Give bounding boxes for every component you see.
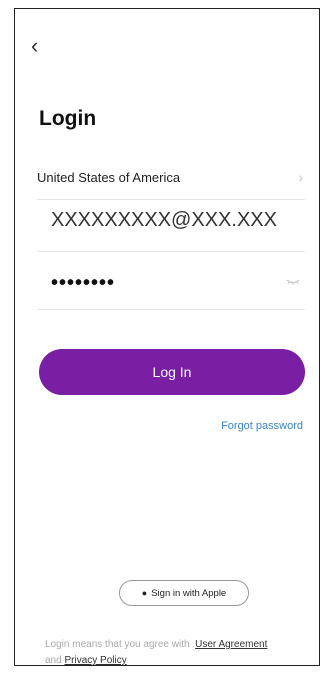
- forgot-password-link[interactable]: Forgot password: [221, 420, 303, 432]
- privacy-policy-link[interactable]: Privacy Policy: [64, 655, 126, 666]
- chevron-right-icon: ›: [298, 169, 303, 185]
- login-screen: ‹ Login United States of America › •••••…: [14, 8, 320, 666]
- email-field[interactable]: [51, 209, 291, 232]
- apple-button-label: Sign in with Apple: [151, 587, 227, 599]
- eye-closed-icon[interactable]: [285, 275, 301, 289]
- terms-and: and: [45, 655, 62, 666]
- password-field[interactable]: ••••••••: [37, 261, 305, 310]
- terms-notice: Login means that you agree with User Agr…: [45, 637, 267, 669]
- password-mask: ••••••••: [51, 272, 116, 294]
- country-selector[interactable]: United States of America ›: [37, 159, 305, 200]
- country-label: United States of America: [37, 170, 181, 185]
- back-chevron-icon[interactable]: ‹: [31, 35, 47, 57]
- email-field-row: [37, 201, 305, 252]
- page-title: Login: [39, 107, 97, 130]
- terms-prefix: Login means that you agree with: [45, 639, 190, 650]
- sign-in-with-apple-button[interactable]: ● Sign in with Apple: [119, 580, 249, 606]
- apple-icon: ●: [141, 588, 148, 598]
- user-agreement-link[interactable]: User Agreement: [195, 639, 267, 650]
- login-button[interactable]: Log In: [39, 349, 305, 395]
